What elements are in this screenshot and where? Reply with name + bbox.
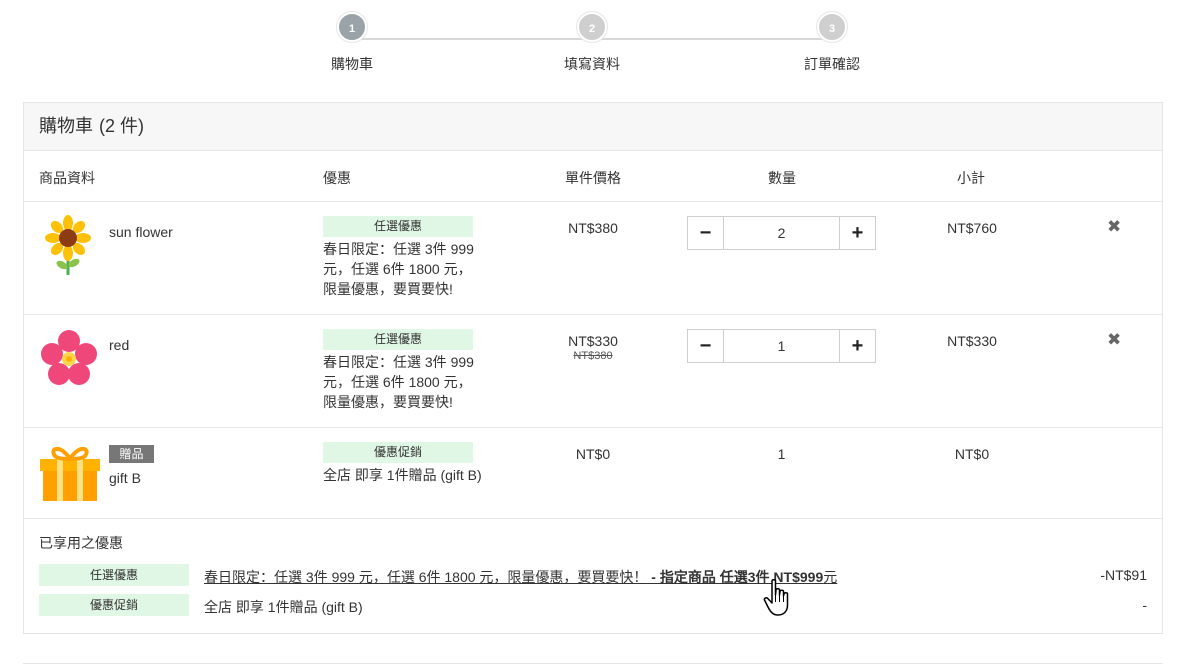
decrease-quantity-button[interactable]: − xyxy=(688,217,724,249)
product-name[interactable]: gift B xyxy=(109,470,141,486)
header-subtotal: 小計 xyxy=(957,170,985,186)
quantity-input[interactable]: 1 xyxy=(724,330,839,362)
header-unit-price: 單件價格 xyxy=(565,170,621,186)
applied-promo-unit: 元 xyxy=(823,569,838,585)
promo-cell: 優惠促銷 全店 即享 1件贈品 (gift B) xyxy=(323,442,523,485)
step-number: 1 xyxy=(337,12,367,42)
applied-promo-link[interactable]: 春日限定：任選 3件 999 元，任選 6件 1800 元，限量優惠，要買要快！… xyxy=(204,567,837,587)
unit-price: NT$380 xyxy=(543,220,643,236)
applied-promotions-title: 已享用之優惠 xyxy=(39,535,123,551)
discount-amount: -NT$91 xyxy=(1100,567,1147,583)
quantity-stepper: − 1 + xyxy=(687,329,876,363)
unit-price-value: NT$330 xyxy=(568,333,618,349)
red-flower-icon xyxy=(41,330,97,385)
promo-description: 全店 即享 1件贈品 (gift B) xyxy=(323,467,482,483)
cart-title: 購物車 xyxy=(39,116,93,136)
quantity-input[interactable]: 2 xyxy=(724,217,839,249)
hand-pointer-cursor-icon xyxy=(763,578,789,616)
applied-promo-row: 優惠促銷 全店 即享 1件贈品 (gift B) - xyxy=(39,594,1147,616)
applied-promo-detail: - 指定商品 任選3件 NT$999 xyxy=(647,569,824,585)
increase-quantity-button[interactable]: + xyxy=(839,330,875,362)
promo-cell: 任選優惠 春日限定：任選 3件 999 元，任選 6件 1800 元，限量優惠，… xyxy=(323,216,483,299)
promo-tag: 優惠促銷 xyxy=(39,594,189,616)
subtotal: NT$0 xyxy=(954,446,990,462)
gift-badge: 贈品 xyxy=(109,445,154,463)
promo-tag: 任選優惠 xyxy=(323,329,473,350)
applied-promo-row: 任選優惠 春日限定：任選 3件 999 元，任選 6件 1800 元，限量優惠，… xyxy=(39,564,1147,586)
gift-icon xyxy=(40,446,100,501)
unit-price-value: NT$380 xyxy=(568,220,618,236)
promo-tag: 優惠促銷 xyxy=(323,442,473,463)
applied-promotions: 已享用之優惠 任選優惠 春日限定：任選 3件 999 元，任選 6件 1800 … xyxy=(24,519,1162,633)
applied-promo-desc: 春日限定：任選 3件 999 元，任選 6件 1800 元，限量優惠，要買要快！ xyxy=(204,569,648,585)
unit-price-value: NT$0 xyxy=(575,446,611,462)
step-fill-info: 2 填寫資料 xyxy=(532,12,652,74)
step-number: 2 xyxy=(577,12,607,42)
cart-item-row: red 任選優惠 春日限定：任選 3件 999 元，任選 6件 1800 元，限… xyxy=(24,315,1162,428)
step-confirm: 3 訂單確認 xyxy=(772,12,892,74)
header-quantity: 數量 xyxy=(768,170,796,186)
header-promo: 優惠 xyxy=(323,170,351,186)
increase-quantity-button[interactable]: + xyxy=(839,217,875,249)
quantity-stepper: − 2 + xyxy=(687,216,876,250)
product-name[interactable]: sun flower xyxy=(109,224,173,240)
step-label: 訂單確認 xyxy=(804,56,860,72)
discount-amount: - xyxy=(1142,597,1147,613)
unit-price: NT$330 NT$380 xyxy=(543,333,643,362)
unit-price: NT$0 xyxy=(543,446,643,462)
checkout-stepper: 1 購物車 2 填寫資料 3 訂單確認 xyxy=(0,12,1192,72)
step-label: 填寫資料 xyxy=(564,56,620,72)
subtotal: NT$330 xyxy=(947,333,997,349)
table-header-row: 商品資料 優惠 單件價格 數量 小計 xyxy=(24,151,1162,202)
cart-header: 購物車 (2 件) xyxy=(24,103,1162,151)
cart-count: (2 件) xyxy=(99,116,144,136)
header-product: 商品資料 xyxy=(39,170,95,186)
cart-item-row: 贈品 gift B 優惠促銷 全店 即享 1件贈品 (gift B) NT$0 … xyxy=(24,428,1162,519)
remove-item-icon[interactable]: ✖ xyxy=(1107,217,1121,237)
section-divider xyxy=(23,663,1163,664)
step-cart: 1 購物車 xyxy=(292,12,412,74)
remove-item-icon[interactable]: ✖ xyxy=(1107,330,1121,350)
step-label: 購物車 xyxy=(331,56,373,72)
sunflower-icon xyxy=(45,215,91,275)
promo-description: 春日限定：任選 3件 999 元，任選 6件 1800 元，限量優惠，要買要快! xyxy=(323,354,474,410)
applied-promo-desc: 全店 即享 1件贈品 (gift B) xyxy=(204,599,363,615)
decrease-quantity-button[interactable]: − xyxy=(688,330,724,362)
cart-item-row: sun flower 任選優惠 春日限定：任選 3件 999 元，任選 6件 1… xyxy=(24,202,1162,315)
promo-tag: 任選優惠 xyxy=(323,216,473,237)
promo-description: 春日限定：任選 3件 999 元，任選 6件 1800 元，限量優惠，要買要快! xyxy=(323,241,474,297)
promo-tag: 任選優惠 xyxy=(39,564,189,586)
product-name[interactable]: red xyxy=(109,337,129,353)
promo-cell: 任選優惠 春日限定：任選 3件 999 元，任選 6件 1800 元，限量優惠，… xyxy=(323,329,483,412)
original-price: NT$380 xyxy=(573,350,613,362)
subtotal: NT$760 xyxy=(947,220,997,236)
quantity-static: 1 xyxy=(777,446,786,462)
cart-panel: 購物車 (2 件) 商品資料 優惠 單件價格 數量 小計 sun flower … xyxy=(23,102,1163,634)
step-number: 3 xyxy=(817,12,847,42)
